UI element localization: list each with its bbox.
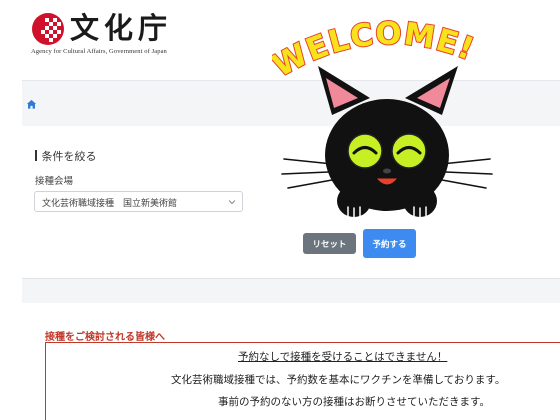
notice-box: 予約なしで接種を受けることはできません！ 文化芸術職域接種では、予約数を基本にワ… [45,342,560,420]
reserve-button[interactable]: 予約する [363,229,416,258]
chevron-down-icon [228,200,236,205]
section-divider [22,279,560,303]
venue-label: 接種会場 [35,176,74,187]
reset-button[interactable]: リセット [303,233,356,254]
notice-line-warning: 予約なしで接種を受けることはできません！ [238,351,448,363]
notice-line-refusal: 事前の予約のない方の接種はお断りさせていただきます。 [218,396,490,408]
agency-logo-subtitle: Agency for Cultural Affairs, Government … [31,48,167,55]
venue-select[interactable]: 文化芸術職域接種 国立新美術館 [34,191,243,212]
notice-line-vaccine: 文化芸術職域接種では、予約数を基本にワクチンを準備しております。 [171,374,506,386]
filter-title-text: 条件を絞る [41,150,97,163]
agency-logo-kanji[interactable]: 文化庁 [70,11,172,45]
notice-heading: 接種をご検討される皆様へ [45,332,165,343]
page: 文化庁 Agency for Cultural Affairs, Governm… [0,0,560,420]
venue-selected-value: 文化芸術職域接種 国立新美術館 [42,199,178,209]
notice-section: 接種をご検討される皆様へ 予約なしで接種を受けることはできません！ 文化芸術職域… [22,303,560,420]
black-cat-mascot-icon [281,66,493,218]
filter-title: 条件を絞る [35,148,97,164]
agency-logo-icon[interactable] [31,12,65,46]
home-icon[interactable] [26,99,37,110]
title-accent-bar [35,150,37,161]
